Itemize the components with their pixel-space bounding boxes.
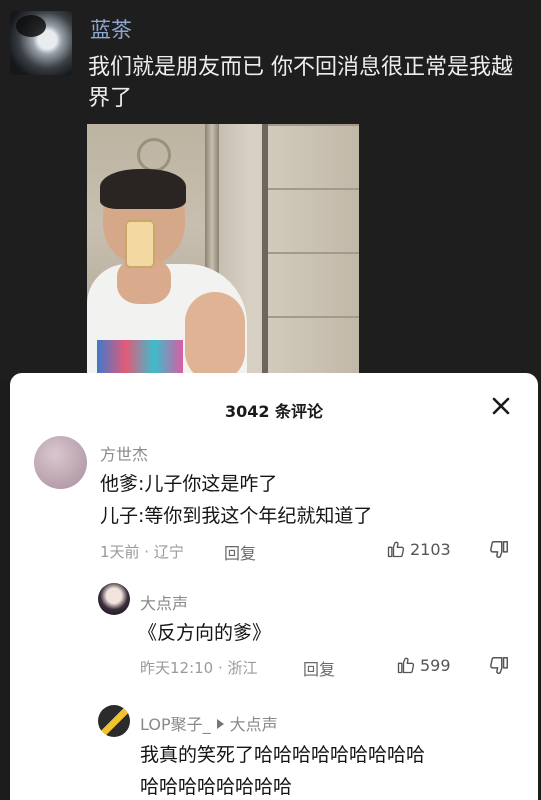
close-icon[interactable] — [486, 391, 516, 421]
post-card: 蓝茶 我们就是朋友而已 你不回消息很正常是我越界了 — [0, 0, 541, 380]
commenter-name[interactable]: 大点声 — [140, 590, 188, 614]
commenter-name[interactable]: 方世杰 — [100, 441, 148, 465]
photo-person-arm — [185, 292, 245, 380]
post-author-name[interactable]: 蓝茶 — [90, 14, 132, 44]
comment-meta: 1天前 · 辽宁 — [100, 543, 184, 561]
comment-meta: 昨天12:10 · 浙江 — [140, 659, 258, 677]
like-count: 599 — [420, 655, 451, 675]
post-text: 我们就是朋友而已 你不回消息很正常是我越界了 — [88, 55, 513, 111]
comment-line: 我真的笑死了哈哈哈哈哈哈哈哈哈 — [140, 744, 426, 766]
thumbs-up-icon — [397, 657, 415, 674]
comment-line: 《反方向的爹》 — [138, 622, 272, 644]
thumbs-down-icon[interactable] — [488, 539, 510, 561]
post-author-avatar[interactable] — [10, 11, 72, 75]
commenter-avatar[interactable] — [98, 583, 130, 615]
reply-button[interactable]: 回复 — [303, 656, 335, 680]
reply-to-name[interactable]: 大点声 — [230, 715, 278, 734]
like-button[interactable]: 2103 — [386, 539, 451, 559]
post-photo[interactable] — [87, 124, 359, 380]
commenter-name: LOP聚子_ 大点声 — [140, 711, 278, 735]
thumbs-down-icon[interactable] — [488, 655, 510, 677]
comments-count-title: 3042 条评论 — [224, 402, 324, 421]
commenter-name-text[interactable]: LOP聚子_ — [140, 715, 211, 734]
like-button[interactable]: 599 — [396, 655, 451, 675]
comments-sheet: 3042 条评论 方世杰 他爹:儿子你这是咋了 儿子:等你到我这个年纪就知道了 … — [10, 373, 538, 800]
commenter-avatar[interactable] — [98, 705, 130, 737]
thumbs-up-icon — [387, 541, 405, 558]
reply-button[interactable]: 回复 — [224, 540, 256, 564]
comment-line: 儿子:等你到我这个年纪就知道了 — [100, 505, 373, 527]
photo-ornament — [137, 138, 171, 172]
reply-arrow-icon — [216, 719, 224, 729]
photo-phone — [125, 220, 155, 268]
comment-line: 他爹:儿子你这是咋了 — [100, 473, 278, 495]
photo-person-hair — [100, 169, 186, 209]
comment-line: 哈哈哈哈哈哈哈哈 — [140, 776, 293, 798]
photo-wall-tiles — [268, 124, 359, 380]
commenter-avatar[interactable] — [34, 436, 87, 489]
like-count: 2103 — [410, 539, 451, 559]
